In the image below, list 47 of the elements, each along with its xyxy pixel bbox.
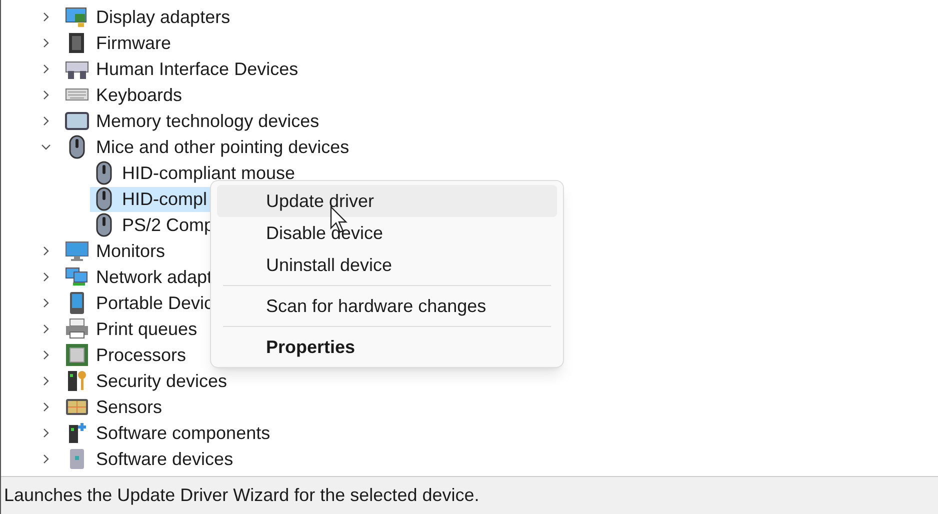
tree-item[interactable]: HID-compliant mouse — [90, 160, 300, 186]
chevron-right-icon[interactable] — [41, 428, 51, 438]
tree-item[interactable]: Portable Devic — [96, 290, 214, 316]
chevron-right-icon[interactable] — [41, 12, 51, 22]
tree-item[interactable]: Memory technology devices — [96, 108, 320, 134]
mouse-icon — [96, 187, 112, 211]
tree-item[interactable]: Print queues — [96, 316, 198, 342]
tree-item[interactable]: Network adapt — [96, 264, 212, 290]
mouse-icon — [96, 213, 112, 237]
key-icon — [65, 369, 89, 393]
menu-item[interactable]: Uninstall device — [217, 249, 557, 281]
chevron-right-icon[interactable] — [41, 402, 51, 412]
tree-item[interactable]: HID-compl — [90, 186, 212, 212]
chevron-right-icon[interactable] — [41, 64, 51, 74]
tree-item[interactable]: Human Interface Devices — [96, 56, 298, 82]
monitor-icon — [65, 5, 89, 29]
tree-item[interactable]: Software components — [96, 420, 270, 446]
processor-icon — [65, 343, 89, 367]
chevron-right-icon[interactable] — [41, 116, 51, 126]
menu-item[interactable]: Update driver — [217, 185, 557, 217]
tree-item[interactable]: Mice and other pointing devices — [96, 134, 350, 160]
chevron-right-icon[interactable] — [41, 246, 51, 256]
mouse-icon — [69, 135, 85, 159]
tree-item[interactable]: Sensors — [96, 394, 162, 420]
mouse-icon — [96, 161, 112, 185]
tree-item[interactable]: Software devices — [96, 446, 234, 472]
menu-item[interactable]: Properties — [217, 331, 557, 363]
tree-item[interactable]: Security devices — [96, 368, 228, 394]
chevron-right-icon[interactable] — [41, 272, 51, 282]
chevron-right-icon[interactable] — [41, 298, 51, 308]
monitor-icon — [65, 239, 89, 263]
tree-item[interactable]: Display adapters — [96, 4, 230, 30]
memory-card-icon — [65, 109, 89, 133]
chevron-right-icon[interactable] — [41, 90, 51, 100]
menu-item[interactable]: Scan for hardware changes — [217, 290, 557, 322]
printer-icon — [65, 317, 89, 341]
chevron-right-icon[interactable] — [41, 454, 51, 464]
tree-item[interactable]: Firmware — [96, 30, 171, 56]
chevron-right-icon[interactable] — [41, 350, 51, 360]
status-text: Launches the Update Driver Wizard for the selected device. — [4, 484, 480, 507]
tree-item[interactable]: Monitors — [96, 238, 166, 264]
tree-item[interactable]: Keyboards — [96, 82, 182, 108]
chevron-right-icon[interactable] — [41, 324, 51, 334]
chevron-down-icon[interactable] — [41, 142, 51, 152]
chevron-right-icon[interactable] — [41, 38, 51, 48]
tree-item[interactable]: Processors — [96, 342, 186, 368]
chevron-right-icon[interactable] — [41, 376, 51, 386]
